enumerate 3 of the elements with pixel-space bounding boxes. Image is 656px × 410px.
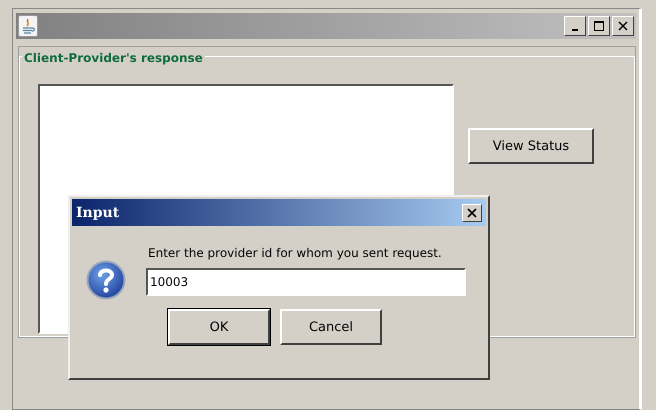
prompt-message: Enter the provider id for whom you sent request. xyxy=(148,246,443,260)
dialog-title: Input xyxy=(76,204,120,220)
group-title: Client-Provider's response xyxy=(24,51,203,65)
